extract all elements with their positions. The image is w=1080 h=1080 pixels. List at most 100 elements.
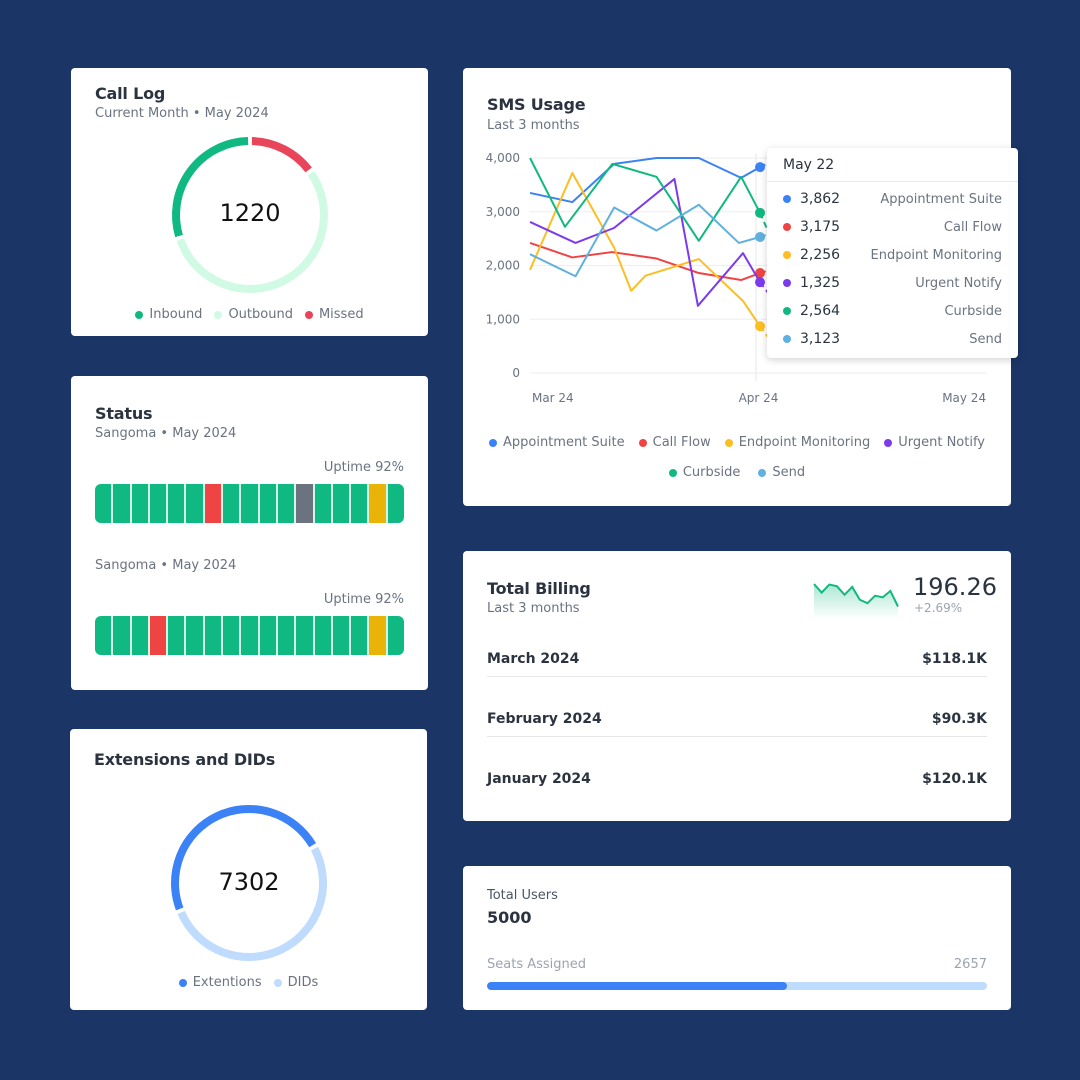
legend-inbound[interactable]: Inbound xyxy=(135,307,202,322)
legend-item[interactable]: Appointment Suite xyxy=(488,435,625,450)
billing-row[interactable]: January 2024 $120.1K xyxy=(487,749,987,809)
series-line-urgent-notify[interactable] xyxy=(529,177,761,307)
uptime-label-2: Uptime 92% xyxy=(323,592,404,607)
legend-dot-icon xyxy=(724,438,733,447)
tooltip-series-name: Urgent Notify xyxy=(915,275,1002,291)
tooltip-date: May 22 xyxy=(767,148,1018,182)
legend-item[interactable]: Endpoint Monitoring xyxy=(724,435,871,450)
legend-dot-icon xyxy=(488,438,497,447)
y-tick-label: 1,000 xyxy=(486,312,520,326)
tooltip-rows: 3,862 Appointment Suite 3,175 Call Flow 2,25… xyxy=(767,182,1018,353)
legend-missed[interactable]: Missed xyxy=(304,307,364,322)
tooltip-value: 2,564 xyxy=(800,303,841,319)
status-segment-up[interactable] xyxy=(131,616,148,655)
sms-chart-tooltip: May 22 3,862 Appointment Suite 3,175 Call F… xyxy=(767,148,1018,358)
status-segment-up[interactable] xyxy=(259,484,276,523)
hover-point[interactable] xyxy=(755,232,765,243)
status-segment-up[interactable] xyxy=(131,484,148,523)
call-log-title: Call Log xyxy=(95,84,166,103)
series-line-appointment-suite[interactable] xyxy=(529,157,761,204)
donut-segment-missed[interactable] xyxy=(251,137,312,173)
series-dot-icon xyxy=(783,307,791,315)
status-segment-up[interactable] xyxy=(186,616,203,655)
donut-segment-dids[interactable] xyxy=(177,846,327,961)
legend-item[interactable]: Send xyxy=(758,465,805,480)
hover-point[interactable] xyxy=(755,162,765,173)
status-segment-up[interactable] xyxy=(332,484,350,523)
billing-month: February 2024 xyxy=(487,711,602,727)
legend-item[interactable]: Call Flow xyxy=(638,435,711,450)
extensions-card: Extensions and DIDs 7302 Extentions DIDs xyxy=(70,729,427,1010)
seats-value: 2657 xyxy=(953,957,987,972)
status-segment-up[interactable] xyxy=(277,484,295,523)
billing-sparkline xyxy=(813,583,899,617)
status-segment-down[interactable] xyxy=(204,484,222,523)
billing-row[interactable]: February 2024 $90.3K xyxy=(487,689,987,749)
tooltip-value: 3,175 xyxy=(800,219,841,235)
status-segment-up[interactable] xyxy=(387,484,404,523)
dids-dot-icon xyxy=(273,978,282,987)
status-segment-down[interactable] xyxy=(149,616,167,655)
legend-label: Extentions xyxy=(192,975,262,990)
tooltip-value: 3,123 xyxy=(800,331,841,347)
legend-label: Endpoint Monitoring xyxy=(738,435,871,450)
seats-progress-bar xyxy=(487,982,987,990)
legend-outbound[interactable]: Outbound xyxy=(214,307,293,322)
extensions-legend: Extentions DIDs xyxy=(70,975,427,990)
legend-dot-icon xyxy=(758,468,767,477)
status-segment-up[interactable] xyxy=(186,484,203,523)
status-segment-up[interactable] xyxy=(204,616,222,655)
legend-item[interactable]: Urgent Notify xyxy=(884,435,985,450)
status-segment-up[interactable] xyxy=(277,616,295,655)
status-segment-up[interactable] xyxy=(168,484,185,523)
status-bar-1 xyxy=(95,484,404,523)
seats-label: Seats Assigned xyxy=(487,957,587,972)
divider xyxy=(487,676,987,677)
y-tick-label: 0 xyxy=(512,366,520,380)
status-segment-degraded[interactable] xyxy=(369,484,386,523)
series-line-endpoint-monitoring[interactable] xyxy=(529,172,761,327)
missed-dot-icon xyxy=(304,310,313,319)
status-segment-up[interactable] xyxy=(223,484,240,523)
status-segment-up[interactable] xyxy=(387,616,404,655)
extensions-total: 7302 xyxy=(218,868,280,896)
tooltip-series-name: Appointment Suite xyxy=(880,191,1002,207)
hover-point[interactable] xyxy=(755,277,765,288)
status-segment-up[interactable] xyxy=(113,484,130,523)
status-segment-up[interactable] xyxy=(95,616,112,655)
legend-extentions[interactable]: Extentions xyxy=(178,975,262,990)
status-segment-up[interactable] xyxy=(259,616,276,655)
call-log-legend: Inbound Outbound Missed xyxy=(71,307,428,322)
legend-label: Inbound xyxy=(149,307,203,322)
status-segment-up[interactable] xyxy=(351,484,368,523)
tooltip-row: 1,325 Urgent Notify xyxy=(767,269,1018,297)
status-segment-up[interactable] xyxy=(296,616,313,655)
status-segment-up[interactable] xyxy=(95,484,112,523)
series-dot-icon xyxy=(783,223,791,231)
status-segment-up[interactable] xyxy=(314,616,331,655)
status-segment-up[interactable] xyxy=(351,616,368,655)
legend-dids[interactable]: DIDs xyxy=(273,975,318,990)
status-segment-up[interactable] xyxy=(168,616,185,655)
billing-amount: $120.1K xyxy=(922,771,987,787)
donut-segment-outbound[interactable] xyxy=(176,170,328,293)
status-segment-degraded[interactable] xyxy=(369,616,386,655)
status-segment-up[interactable] xyxy=(113,616,130,655)
status-segment-up[interactable] xyxy=(314,484,331,523)
status-segment-up[interactable] xyxy=(149,484,167,523)
status-segment-unknown[interactable] xyxy=(296,484,313,523)
status-segment-up[interactable] xyxy=(332,616,350,655)
tooltip-series-name: Curbside xyxy=(944,303,1002,319)
billing-row[interactable]: March 2024 $118.1K xyxy=(487,629,987,689)
billing-amount: $118.1K xyxy=(922,651,987,667)
status-segment-up[interactable] xyxy=(241,484,258,523)
hover-point[interactable] xyxy=(755,207,765,218)
divider xyxy=(487,736,987,737)
legend-item[interactable]: Curbside xyxy=(668,465,740,480)
tooltip-row: 2,564 Curbside xyxy=(767,297,1018,325)
status-segment-up[interactable] xyxy=(223,616,240,655)
tooltip-row: 3,175 Call Flow xyxy=(767,213,1018,241)
sparkline-area xyxy=(814,584,898,617)
status-segment-up[interactable] xyxy=(241,616,258,655)
hover-point[interactable] xyxy=(755,321,765,332)
